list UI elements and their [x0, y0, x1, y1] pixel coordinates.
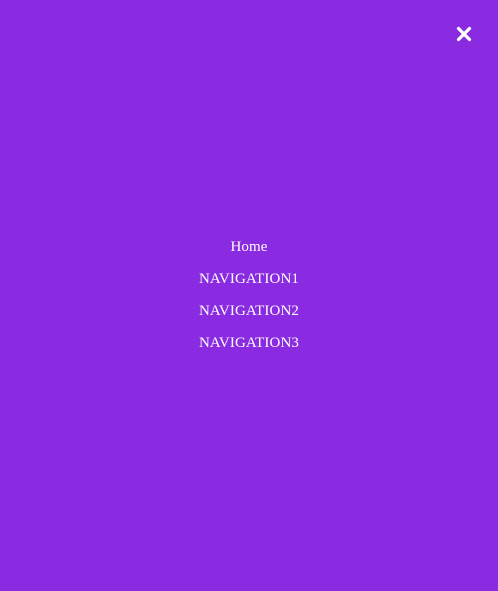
nav-item-navigation2: NAVIGATION2 — [0, 297, 498, 329]
close-button[interactable] — [454, 24, 474, 44]
nav-link-navigation2[interactable]: NAVIGATION2 — [199, 303, 299, 319]
nav-link-navigation3[interactable]: NAVIGATION3 — [199, 335, 299, 351]
nav-item-navigation3: NAVIGATION3 — [0, 329, 498, 361]
nav-link-home[interactable]: Home — [230, 239, 267, 255]
nav-menu: Home NAVIGATION1 NAVIGATION2 NAVIGATION3 — [0, 233, 498, 361]
nav-item-home: Home — [0, 233, 498, 265]
navigation-overlay: Home NAVIGATION1 NAVIGATION2 NAVIGATION3 — [0, 0, 498, 591]
nav-link-navigation1[interactable]: NAVIGATION1 — [199, 271, 299, 287]
nav-item-navigation1: NAVIGATION1 — [0, 265, 498, 297]
close-icon — [456, 26, 472, 42]
